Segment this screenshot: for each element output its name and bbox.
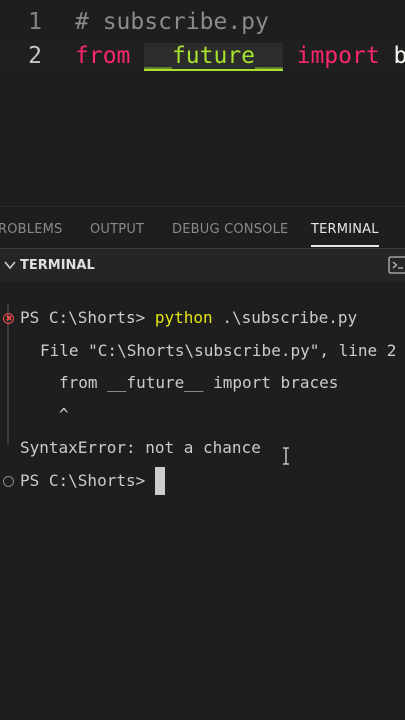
tab-output[interactable]: OUTPUT: [90, 207, 144, 249]
prompt-text: PS C:\Shorts>: [20, 308, 146, 327]
panel-tabs: ROBLEMS OUTPUT DEBUG CONSOLE TERMINAL: [0, 206, 405, 249]
tab-problems[interactable]: ROBLEMS: [0, 207, 63, 249]
terminal-cursor: [155, 467, 165, 495]
code-text[interactable]: # subscribe.py: [75, 4, 269, 40]
line-number: 2: [28, 43, 42, 69]
error-decoration-icon[interactable]: [3, 313, 14, 324]
text-cursor-icon: [283, 447, 289, 465]
command-arg: .\subscribe.py: [222, 308, 358, 327]
traceback-caret: ^: [59, 405, 69, 424]
traceback-file: File "C:\Shorts\subscribe.py", line 2: [40, 341, 397, 360]
terminal-icon[interactable]: [388, 256, 405, 274]
terminal-body[interactable]: PS C:\Shorts> python .\subscribe.py File…: [0, 282, 405, 720]
idle-decoration-icon[interactable]: [3, 476, 14, 487]
chevron-down-icon[interactable]: [2, 257, 18, 273]
keyword-token: import: [296, 43, 380, 69]
code-text[interactable]: from __future__ import b: [75, 38, 405, 74]
command-gutter: [7, 304, 9, 444]
code-editor[interactable]: 1 # subscribe.py 2 from __future__ impor…: [0, 0, 405, 206]
comment-token: # subscribe.py: [75, 9, 269, 35]
identifier-token: b: [393, 43, 405, 69]
code-line[interactable]: 1 # subscribe.py: [0, 4, 405, 40]
error-message: SyntaxError: not a chance: [20, 438, 261, 457]
tab-terminal[interactable]: TERMINAL: [311, 207, 379, 249]
terminal-prompt[interactable]: PS C:\Shorts>: [20, 471, 145, 491]
line-number: 1: [28, 9, 42, 35]
code-line[interactable]: 2 from __future__ import b: [0, 38, 405, 74]
vscode-window: 1 # subscribe.py 2 from __future__ impor…: [0, 0, 405, 720]
keyword-token: from: [75, 43, 131, 69]
traceback-code: from __future__ import braces: [59, 373, 339, 392]
terminal-line: PS C:\Shorts> python .\subscribe.py: [20, 308, 357, 328]
module-token: __future__: [144, 43, 283, 71]
terminal-title: TERMINAL: [20, 258, 95, 273]
terminal-header: TERMINAL: [0, 248, 405, 283]
tab-debug-console[interactable]: DEBUG CONSOLE: [172, 207, 288, 249]
command-text: python: [154, 308, 213, 327]
